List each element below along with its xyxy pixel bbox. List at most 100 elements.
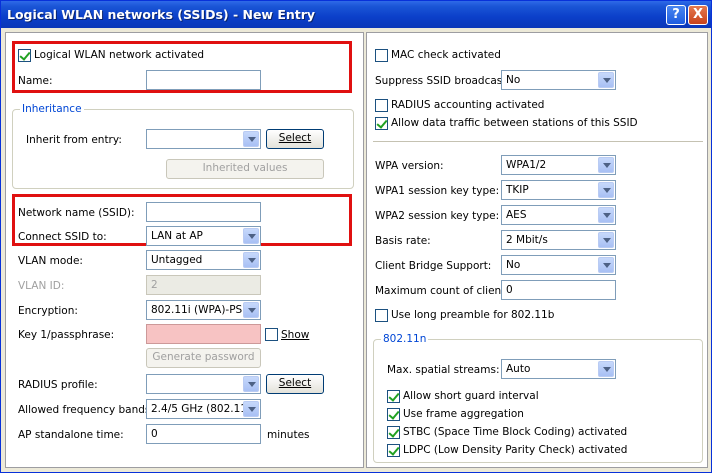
inherited-values-button[interactable]: Inherited values bbox=[166, 159, 324, 179]
encryption-value: 802.11i (WPA)-PSK bbox=[151, 304, 250, 316]
ssid-label: Network name (SSID): bbox=[18, 207, 135, 219]
show-label: Show bbox=[281, 329, 309, 341]
allow-traffic-label: Allow data traffic between stations of t… bbox=[391, 117, 638, 129]
bands-select[interactable]: 2.4/5 GHz (802.11a bbox=[146, 399, 261, 419]
left-pane: Logical WLAN network activated Name: Inh… bbox=[5, 32, 364, 468]
dialog-content: Logical WLAN network activated Name: Inh… bbox=[3, 30, 709, 470]
chevron-down-icon bbox=[243, 302, 259, 318]
wpa2-select[interactable]: AES bbox=[501, 205, 616, 225]
aggregation-checkbox[interactable] bbox=[387, 408, 400, 421]
radius-select-button[interactable]: Select bbox=[266, 374, 324, 394]
vlan-id-label: VLAN ID: bbox=[18, 280, 65, 292]
long-preamble-label: Use long preamble for 802.11b bbox=[391, 309, 555, 321]
inheritance-title: Inheritance bbox=[20, 103, 84, 115]
wpa2-label: WPA2 session key type: bbox=[375, 210, 500, 222]
connect-select[interactable]: LAN at AP bbox=[146, 226, 261, 246]
vlan-mode-value: Untagged bbox=[151, 254, 203, 266]
client-bridge-value: No bbox=[506, 259, 521, 271]
wpa2-value: AES bbox=[506, 209, 527, 221]
right-pane: MAC check activated Suppress SSID broadc… bbox=[366, 32, 708, 468]
bands-value: 2.4/5 GHz (802.11a bbox=[151, 403, 254, 415]
stbc-label: STBC (Space Time Block Coding) activated bbox=[403, 426, 628, 438]
generate-password-button[interactable]: Generate password bbox=[146, 348, 261, 368]
chevron-down-icon bbox=[243, 376, 259, 392]
standalone-input[interactable]: 0 bbox=[146, 424, 261, 444]
short-guard-label: Allow short guard interval bbox=[403, 390, 539, 402]
inherit-select[interactable] bbox=[146, 129, 261, 149]
client-bridge-select[interactable]: No bbox=[501, 255, 616, 275]
streams-value: Auto bbox=[506, 363, 531, 375]
suppress-select[interactable]: No bbox=[501, 70, 616, 90]
wpa1-value: TKIP bbox=[506, 184, 529, 196]
mac-check-checkbox[interactable] bbox=[375, 49, 388, 62]
standalone-label: AP standalone time: bbox=[18, 429, 124, 441]
chevron-down-icon bbox=[598, 207, 614, 223]
window-title: Logical WLAN networks (SSIDs) - New Entr… bbox=[7, 7, 316, 22]
max-clients-input[interactable]: 0 bbox=[501, 280, 616, 300]
ldpc-checkbox[interactable] bbox=[387, 444, 400, 457]
basis-rate-select[interactable]: 2 Mbit/s bbox=[501, 230, 616, 250]
streams-label: Max. spatial streams: bbox=[387, 364, 500, 376]
title-bar[interactable]: Logical WLAN networks (SSIDs) - New Entr… bbox=[1, 1, 711, 28]
chevron-down-icon bbox=[243, 228, 259, 244]
dialog-window: Logical WLAN networks (SSIDs) - New Entr… bbox=[0, 0, 712, 473]
encryption-select[interactable]: 802.11i (WPA)-PSK bbox=[146, 300, 261, 320]
long-preamble-checkbox[interactable] bbox=[375, 309, 388, 322]
encryption-label: Encryption: bbox=[18, 305, 78, 317]
basis-rate-label: Basis rate: bbox=[375, 235, 431, 247]
chevron-down-icon bbox=[598, 157, 614, 173]
n-group-title: 802.11n bbox=[381, 333, 429, 345]
chevron-down-icon bbox=[243, 252, 259, 268]
chevron-down-icon bbox=[243, 401, 259, 417]
ldpc-label: LDPC (Low Density Parity Check) activate… bbox=[403, 444, 628, 456]
connect-label: Connect SSID to: bbox=[18, 231, 107, 243]
wpa-version-value: WPA1/2 bbox=[506, 159, 547, 171]
max-clients-label: Maximum count of clients: bbox=[375, 285, 515, 297]
standalone-unit: minutes bbox=[267, 429, 310, 441]
short-guard-checkbox[interactable] bbox=[387, 390, 400, 403]
radius-select-label: Select bbox=[278, 377, 312, 389]
suppress-label: Suppress SSID broadcast: bbox=[375, 75, 510, 87]
connect-value: LAN at AP bbox=[151, 230, 203, 242]
streams-select[interactable]: Auto bbox=[501, 359, 616, 379]
radius-label: RADIUS profile: bbox=[18, 379, 98, 391]
key-input[interactable] bbox=[146, 324, 261, 344]
wpa-version-select[interactable]: WPA1/2 bbox=[501, 155, 616, 175]
vlan-id-input[interactable]: 2 bbox=[146, 275, 261, 295]
chevron-down-icon bbox=[598, 182, 614, 198]
radius-accounting-label: RADIUS accounting activated bbox=[391, 99, 545, 111]
show-checkbox[interactable] bbox=[265, 328, 278, 341]
show-text: Show bbox=[281, 329, 310, 341]
name-input[interactable] bbox=[146, 70, 261, 90]
wpa-version-label: WPA version: bbox=[375, 160, 444, 172]
separator bbox=[373, 141, 703, 143]
inherit-select-button[interactable]: Select bbox=[266, 129, 324, 149]
radius-select[interactable] bbox=[146, 374, 261, 394]
allow-traffic-checkbox[interactable] bbox=[375, 117, 388, 130]
chevron-down-icon bbox=[598, 361, 614, 377]
name-label: Name: bbox=[18, 75, 53, 87]
close-button[interactable]: X bbox=[688, 5, 708, 25]
wpa1-label: WPA1 session key type: bbox=[375, 185, 500, 197]
aggregation-label: Use frame aggregation bbox=[403, 408, 524, 420]
client-bridge-label: Client Bridge Support: bbox=[375, 260, 492, 272]
activated-checkbox[interactable] bbox=[18, 49, 31, 62]
wpa1-select[interactable]: TKIP bbox=[501, 180, 616, 200]
key-label: Key 1/passphrase: bbox=[18, 329, 115, 341]
suppress-value: No bbox=[506, 74, 521, 86]
inherit-label: Inherit from entry: bbox=[26, 134, 122, 146]
radius-accounting-checkbox[interactable] bbox=[375, 99, 388, 112]
activated-label: Logical WLAN network activated bbox=[34, 49, 205, 61]
chevron-down-icon bbox=[598, 72, 614, 88]
bands-label: Allowed frequency bands: bbox=[18, 404, 154, 416]
help-button[interactable]: ? bbox=[666, 5, 686, 25]
chevron-down-icon bbox=[598, 232, 614, 248]
vlan-mode-select[interactable]: Untagged bbox=[146, 250, 261, 270]
inherit-select-label: Select bbox=[278, 132, 312, 144]
chevron-down-icon bbox=[598, 257, 614, 273]
mac-check-label: MAC check activated bbox=[391, 49, 501, 61]
vlan-mode-label: VLAN mode: bbox=[18, 255, 83, 267]
basis-rate-value: 2 Mbit/s bbox=[506, 234, 548, 246]
stbc-checkbox[interactable] bbox=[387, 426, 400, 439]
ssid-input[interactable] bbox=[146, 202, 261, 222]
